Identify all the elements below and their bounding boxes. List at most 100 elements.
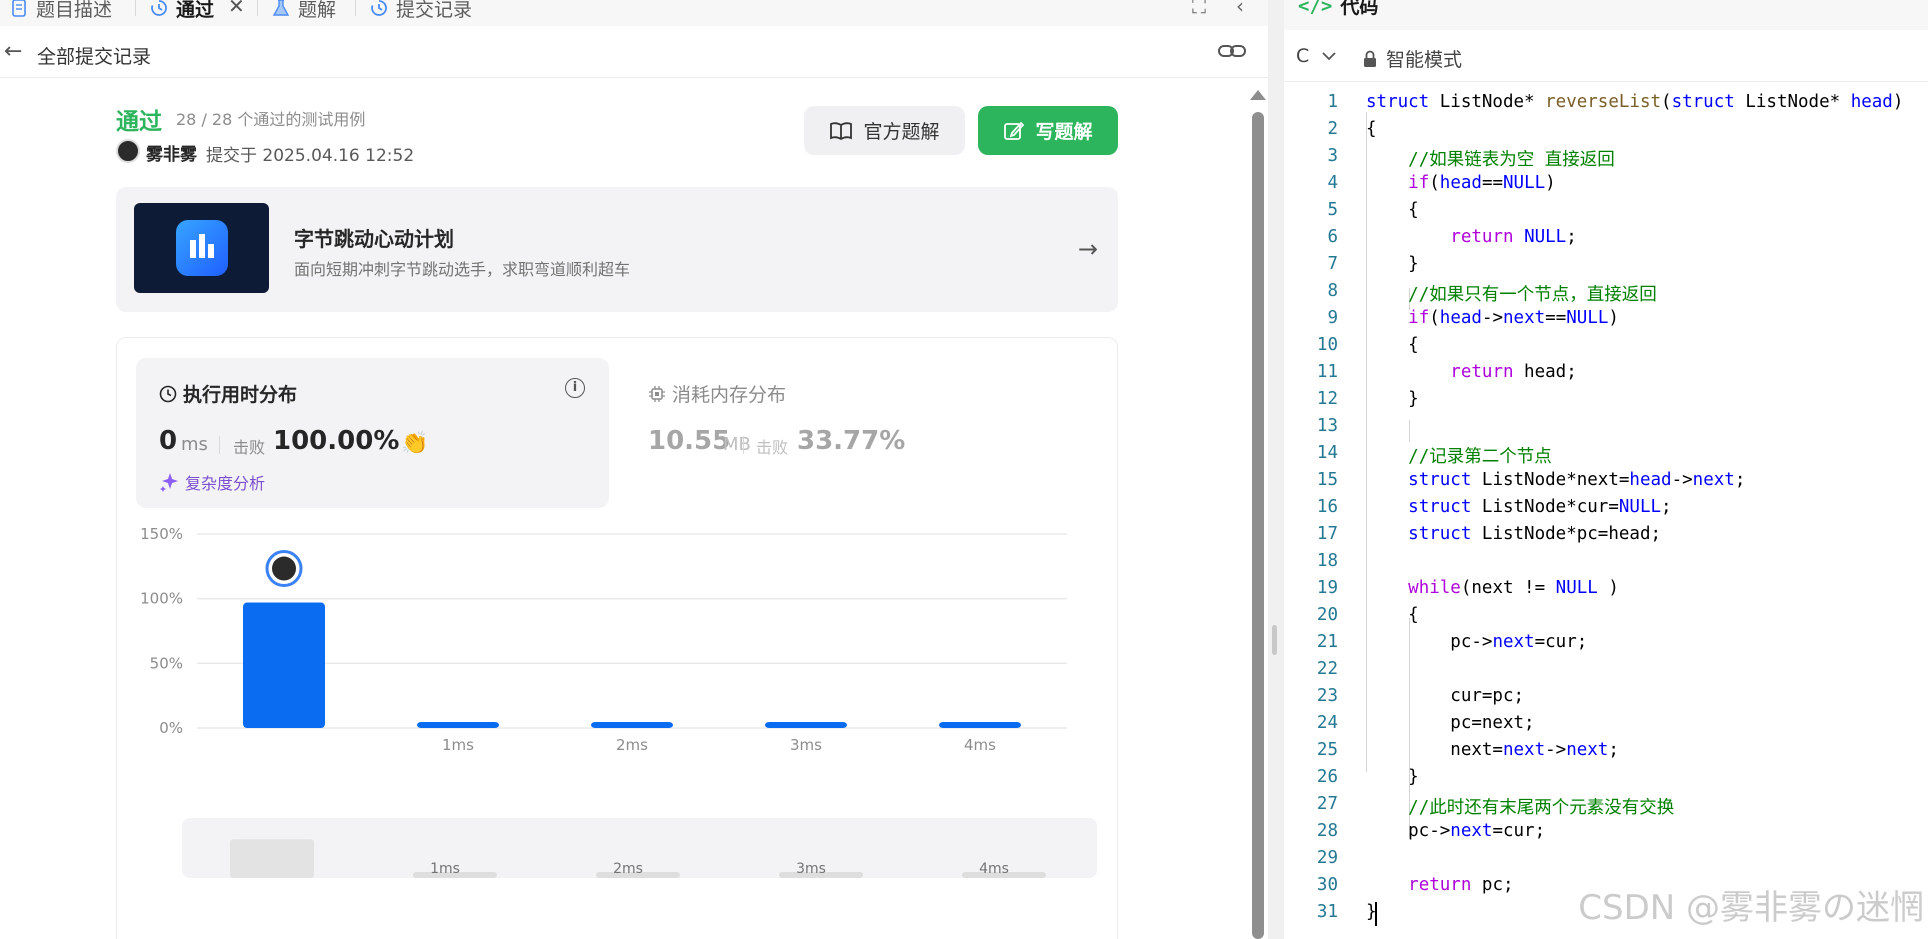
line-number: 10	[1316, 335, 1338, 355]
code-line: //如果只有一个节点，直接返回	[1408, 285, 1657, 305]
panel-resize-handle[interactable]	[1272, 625, 1277, 655]
line-number: 23	[1316, 686, 1338, 706]
beat-label: 击败	[233, 438, 266, 457]
book-icon	[830, 121, 853, 140]
chart-bar	[939, 722, 1021, 728]
official-solution-button[interactable]: 官方题解	[804, 106, 965, 155]
line-number: 21	[1316, 632, 1338, 652]
tab-solutions[interactable]: 题解	[272, 0, 336, 23]
info-icon[interactable]: i	[565, 378, 585, 398]
status-accepted: 通过	[116, 109, 162, 135]
collapse-icon[interactable]: ‹	[1236, 0, 1244, 18]
line-number: 11	[1316, 362, 1338, 382]
submission-header: ← 全部提交记录	[0, 26, 1268, 78]
chart-bar	[591, 722, 673, 728]
code-line: return NULL;	[1450, 227, 1577, 247]
mode-indicator[interactable]: 智能模式	[1362, 45, 1462, 72]
clock-icon	[159, 385, 177, 402]
code-line: struct ListNode*pc=head;	[1408, 524, 1662, 544]
promo-logo	[176, 220, 228, 276]
user-avatar-icon	[272, 556, 296, 581]
button-label: 写题解	[1035, 121, 1093, 143]
test-cases-count: 28 / 28 个通过的测试用例	[176, 110, 366, 129]
line-number: 27	[1316, 794, 1338, 814]
code-editor[interactable]: 1 2 3 4 5 6 7 8 9 10 11 12 13 14 15 16 17 18 19 20 21 22 23 24 2…	[1284, 90, 1928, 939]
line-number: 29	[1316, 848, 1338, 868]
chart-bar	[765, 722, 847, 728]
tab-description[interactable]: 题目描述	[10, 0, 112, 23]
avatar[interactable]	[116, 139, 140, 163]
code-line: //记录第二个节点	[1408, 447, 1552, 467]
code-line: //如果链表为空 直接返回	[1408, 150, 1615, 170]
code-line: {	[1366, 119, 1377, 139]
y-tick-label: 50%	[150, 654, 183, 672]
runtime-distribution-chart[interactable]: 0% 50% 100% 150% 1ms 2ms 3ms 4ms	[117, 518, 1119, 788]
back-arrow-icon[interactable]: ←	[4, 39, 22, 64]
memory-title-text: 消耗内存分布	[672, 384, 787, 406]
code-line: while(next != NULL )	[1408, 578, 1619, 598]
text-cursor	[1375, 902, 1377, 926]
username[interactable]: 雾非雾	[146, 140, 197, 165]
line-number: 18	[1316, 551, 1338, 571]
fullscreen-icon[interactable]: ⛶	[1192, 0, 1206, 18]
submission-panel: 题目描述 通过 ✕ 题解 提交记录 ⛶ ‹ ← 全部提交记录 通过 28 / 2…	[0, 0, 1268, 939]
code-line: }	[1366, 254, 1419, 274]
line-number: 12	[1316, 389, 1338, 409]
minimap-label: 4ms	[979, 861, 1009, 877]
write-solution-button[interactable]: 写题解	[978, 106, 1118, 155]
line-number: 25	[1316, 740, 1338, 760]
tab-label: 代码	[1340, 0, 1379, 18]
tab-code[interactable]: </> 代码	[1298, 0, 1378, 19]
chip-icon	[649, 385, 665, 402]
tab-submissions[interactable]: 提交记录	[370, 0, 472, 23]
minimap-bar	[230, 839, 314, 878]
line-number: 14	[1316, 443, 1338, 463]
code-line: cur=pc;	[1366, 686, 1525, 706]
document-icon	[12, 0, 26, 17]
minimap-label: 1ms	[430, 861, 460, 877]
scroll-up-icon[interactable]	[1250, 90, 1266, 100]
scrollbar[interactable]	[1252, 112, 1264, 939]
code-toolbar: C 智能模式	[1284, 30, 1928, 82]
code-line: return head;	[1450, 362, 1577, 382]
line-number: 6	[1327, 227, 1338, 247]
x-tick-label: 1ms	[442, 736, 474, 754]
x-tick-label: 4ms	[964, 736, 996, 754]
code-line: }	[1366, 767, 1419, 787]
submission-detail: 通过 28 / 28 个通过的测试用例 雾非雾 提交于 2025.04.16 1…	[0, 78, 1248, 939]
code-line: if(head->next==NULL)	[1408, 308, 1619, 328]
tab-divider	[257, 0, 258, 16]
tab-label: 题目描述	[36, 0, 113, 21]
memory-panel[interactable]: 消耗内存分布	[648, 380, 786, 407]
complexity-analysis-link[interactable]: 复杂度分析	[159, 470, 265, 494]
y-tick-label: 0%	[159, 719, 183, 737]
code-line: pc->next=cur;	[1366, 821, 1546, 841]
x-tick-label: 3ms	[790, 736, 822, 754]
beat-label: 击败	[756, 438, 789, 457]
chevron-down-icon	[1322, 52, 1336, 61]
runtime-value: 0	[159, 426, 178, 456]
language-select[interactable]: C	[1296, 45, 1337, 67]
line-number: 9	[1327, 308, 1338, 328]
line-number: 2	[1327, 119, 1338, 139]
code-line: {	[1366, 335, 1419, 355]
chart-range-selector[interactable]: 1ms 2ms 3ms 4ms	[182, 818, 1097, 878]
edit-icon	[1004, 121, 1025, 140]
runtime-panel[interactable]: 执行用时分布 i 0 ms 击败 100.00% 👏 复杂度分析	[136, 358, 609, 508]
line-number: 22	[1316, 659, 1338, 679]
line-number: 20	[1316, 605, 1338, 625]
tab-label: 题解	[298, 0, 337, 21]
tab-accepted[interactable]: 通过	[150, 0, 214, 23]
all-submissions-link[interactable]: 全部提交记录	[37, 42, 151, 69]
button-label: 官方题解	[863, 121, 940, 143]
arrow-right-icon[interactable]: →	[1078, 235, 1098, 263]
close-tab-icon[interactable]: ✕	[228, 0, 245, 18]
runtime-title: 执行用时分布	[159, 380, 297, 407]
lock-icon	[1364, 50, 1376, 67]
code-line: struct ListNode*cur=NULL;	[1408, 497, 1672, 517]
history-icon	[151, 0, 167, 16]
code-line: pc=next;	[1366, 713, 1535, 733]
promo-banner[interactable]: 字节跳动心动计划 面向短期冲刺字节跳动选手，求职弯道顺利超车 →	[116, 187, 1118, 312]
line-number: 3	[1327, 146, 1338, 166]
link-icon[interactable]	[1218, 40, 1246, 62]
